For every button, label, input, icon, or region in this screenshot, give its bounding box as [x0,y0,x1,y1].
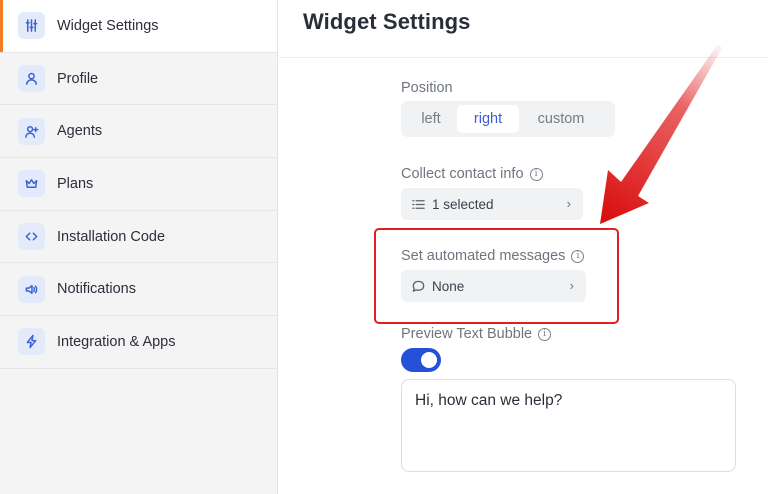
sidebar-item-plans[interactable]: Plans [0,158,277,211]
sidebar-item-profile[interactable]: Profile [0,53,277,106]
preview-bubble-label-text: Preview Text Bubble [401,326,533,342]
settings-sidebar: Widget Settings Profile Agents Plans Ins… [0,0,278,494]
position-option-custom[interactable]: custom [519,105,603,133]
chevron-right-icon: › [566,196,571,211]
sidebar-item-widget-settings[interactable]: Widget Settings [0,0,277,53]
page-title: Widget Settings [303,9,471,34]
user-plus-icon [18,117,45,145]
sliders-icon [18,12,45,40]
preview-bubble-toggle[interactable] [401,348,441,372]
list-icon [411,197,426,212]
position-segmented-control: left right custom [401,101,615,137]
collect-contact-label-text: Collect contact info [401,166,524,182]
collect-contact-value: 1 selected [432,196,494,212]
sidebar-item-label: Notifications [57,281,136,298]
sidebar-item-notifications[interactable]: Notifications [0,263,277,317]
sidebar-item-label: Plans [57,175,94,192]
code-icon [18,223,45,251]
preview-bubble-label: Preview Text Bubble i [401,326,552,342]
sidebar-item-label: Widget Settings [57,17,159,34]
app-root: Widget Settings Profile Agents Plans Ins… [0,0,768,494]
info-icon[interactable]: i [529,167,543,181]
title-divider [279,57,768,58]
info-icon[interactable]: i [538,327,552,341]
speaker-icon [18,275,45,303]
sidebar-item-installation-code[interactable]: Installation Code [0,211,277,264]
bolt-icon [18,328,45,356]
position-option-right[interactable]: right [457,105,519,133]
collect-contact-select[interactable]: 1 selected › [401,188,583,220]
collect-contact-label: Collect contact info i [401,166,543,182]
preview-bubble-textarea[interactable]: Hi, how can we help? [401,379,736,472]
sidebar-item-integration-apps[interactable]: Integration & Apps [0,316,277,369]
sidebar-item-label: Profile [57,70,99,87]
sidebar-item-label: Installation Code [57,228,166,245]
sidebar-item-label: Agents [57,123,103,140]
annotation-highlight-box [374,228,619,324]
position-label: Position [401,80,453,96]
user-icon [18,65,45,93]
crown-icon [18,170,45,198]
sidebar-item-agents[interactable]: Agents [0,105,277,159]
sidebar-item-label: Integration & Apps [57,333,176,350]
position-option-left[interactable]: left [405,105,457,133]
position-label-text: Position [401,80,453,96]
